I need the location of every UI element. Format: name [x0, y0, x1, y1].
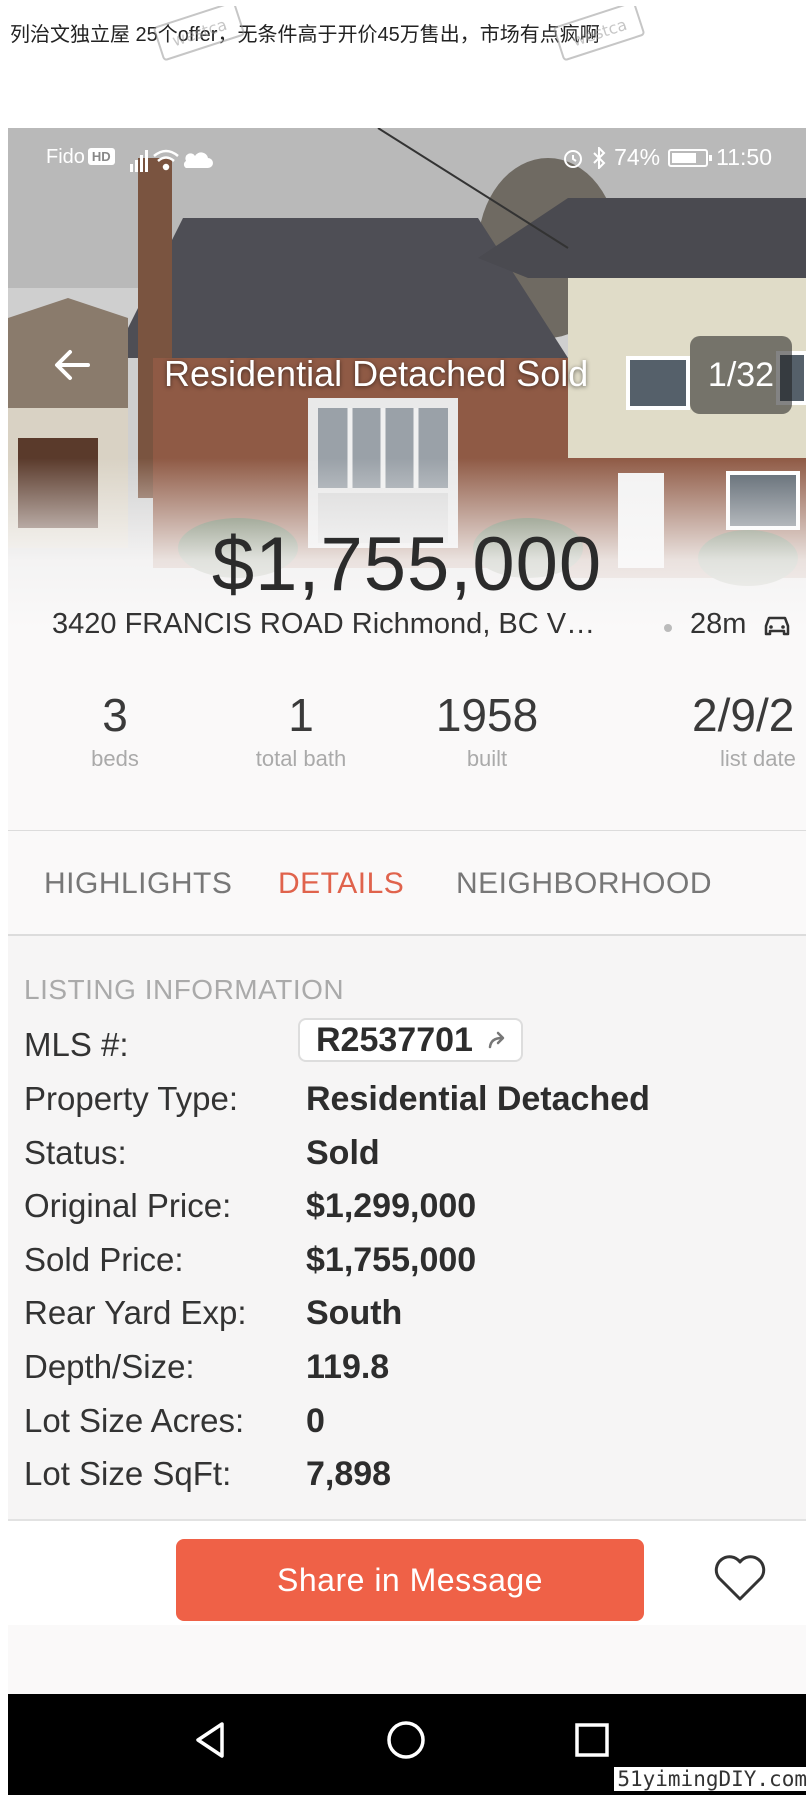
stat-label: beds [91, 746, 139, 771]
detail-value: South [306, 1294, 403, 1332]
detail-row: Status: Sold [24, 1126, 794, 1180]
listing-details: LISTING INFORMATION MLS #: R2537701 Prop… [8, 936, 806, 1519]
hd-badge: HD [87, 148, 115, 165]
listing-address[interactable]: 3420 FRANCIS ROAD Richmond, BC V… [52, 608, 595, 641]
detail-key: Lot Size Acres: [24, 1402, 245, 1439]
detail-row-mls: MLS #: R2537701 [24, 1018, 794, 1072]
carrier-name: Fido HD [46, 146, 115, 169]
stat-value: 2/9/2 [692, 689, 795, 741]
photo-counter[interactable]: 1/32 [690, 336, 792, 414]
corner-watermark: 51yimingDIY.com [614, 1767, 810, 1791]
mls-number: R2537701 [316, 1021, 473, 1059]
home-circle-icon[interactable] [384, 1718, 428, 1762]
detail-key: Depth/Size: [24, 1348, 195, 1385]
battery-icon [668, 148, 713, 167]
detail-row: Property Type: Residential Detached [24, 1072, 794, 1126]
stat-label: total bath [255, 746, 347, 771]
detail-key: MLS #: [24, 1026, 129, 1063]
section-title: LISTING INFORMATION [24, 974, 345, 1005]
post-caption: 列治文独立屋 25个offer，无条件高于开价45万售出，市场有点疯啊 [10, 24, 600, 46]
detail-row: Lot Size SqFt: 7,898 [24, 1447, 794, 1501]
tab-neighborhood[interactable]: NEIGHBORHOOD [456, 867, 712, 901]
detail-value: Sold [306, 1134, 380, 1172]
heart-icon[interactable] [712, 1553, 768, 1603]
stat-baths: 1 total bath [206, 688, 396, 772]
tab-bar: HIGHLIGHTS DETAILS NEIGHBORHOOD [8, 831, 806, 931]
stats-row: 3 beds 1 total bath 1958 built 2/9/2 lis… [8, 688, 806, 798]
signal-wifi-cloud-icons [130, 149, 213, 172]
signal-icon [130, 150, 148, 172]
detail-key: Sold Price: [24, 1241, 184, 1278]
stat-label: list date [720, 746, 796, 771]
stat-value: 3 [102, 689, 128, 741]
bluetooth-icon [593, 146, 606, 169]
listing-price: $1,755,000 [211, 522, 603, 607]
detail-key: Rear Yard Exp: [24, 1294, 247, 1331]
stat-label: built [466, 746, 508, 771]
detail-value: 0 [306, 1402, 325, 1440]
detail-value: 119.8 [306, 1348, 390, 1386]
stat-value: 1958 [435, 689, 539, 741]
tab-highlights[interactable]: HIGHLIGHTS [44, 867, 232, 901]
detail-row: Original Price: $1,299,000 [24, 1179, 794, 1233]
back-triangle-icon[interactable] [188, 1718, 232, 1762]
phone-screenshot: Fido HD 74% 11:50 Residential Detached So… [8, 128, 806, 1795]
drive-time: 28m [690, 608, 747, 640]
detail-key: Lot Size SqFt: [24, 1455, 232, 1492]
detail-key: Status: [24, 1134, 127, 1171]
detail-row: Rear Yard Exp: South [24, 1286, 794, 1340]
alarm-icon [564, 149, 583, 168]
separator-dot [664, 624, 672, 632]
battery-percent: 74% [614, 144, 661, 170]
detail-row: Sold Price: $1,755,000 [24, 1233, 794, 1287]
watermark-logo: westca [153, 6, 245, 61]
detail-key: Property Type: [24, 1080, 239, 1117]
detail-row: Depth/Size: 119.8 [24, 1340, 794, 1394]
tab-details[interactable]: DETAILS [278, 867, 404, 901]
wifi-icon [153, 149, 179, 171]
recents-square-icon[interactable] [570, 1718, 614, 1762]
status-right: 74% 11:50 [562, 144, 772, 171]
detail-value: 7,898 [306, 1455, 392, 1493]
car-icon [764, 616, 790, 636]
page-title: Residential Detached Sold [164, 353, 589, 394]
status-bar: Fido HD 74% 11:50 [8, 128, 806, 188]
detail-row: Lot Size Acres: 0 [24, 1394, 794, 1448]
detail-value: $1,755,000 [306, 1241, 477, 1279]
stat-beds: 3 beds [20, 688, 210, 772]
stat-built: 1958 built [392, 688, 582, 772]
stat-value: 1 [288, 689, 314, 741]
watermark-logo: westca [553, 6, 645, 61]
share-arrow-icon [488, 1031, 505, 1049]
carrier-label: Fido [46, 146, 85, 168]
action-bar: Share in Message [8, 1519, 806, 1625]
battery-level [672, 152, 697, 163]
cloud-icon [183, 152, 213, 168]
mls-number-button[interactable]: R2537701 [298, 1018, 523, 1062]
detail-key: Original Price: [24, 1187, 232, 1224]
share-in-message-button[interactable]: Share in Message [176, 1539, 644, 1621]
detail-value: $1,299,000 [306, 1187, 477, 1225]
stat-list-date: 2/9/2 list date [692, 688, 806, 772]
clock: 11:50 [716, 144, 772, 170]
detail-value: Residential Detached [306, 1080, 650, 1118]
address-row[interactable]: 3420 FRANCIS ROAD Richmond, BC V… 28m [52, 608, 792, 648]
back-arrow-icon[interactable] [48, 340, 98, 390]
